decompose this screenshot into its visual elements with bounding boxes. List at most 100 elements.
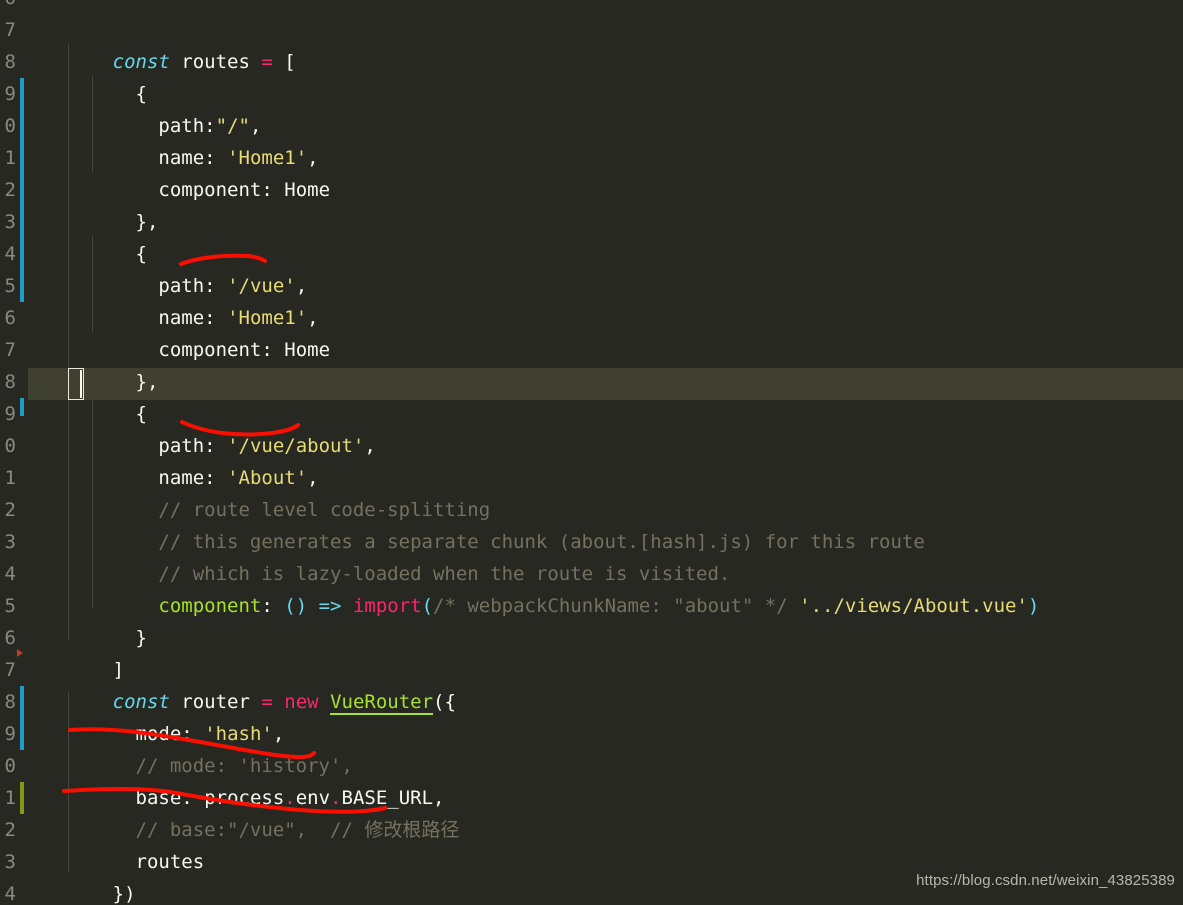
token-keyword-import: import [352,595,422,617]
code-line[interactable]: // which is lazy-loaded when the route i… [44,526,730,585]
gutter-row[interactable]: 3 [0,846,28,878]
token-arrow: => [318,595,342,617]
line-number: 9 [4,403,16,425]
editor-gutter[interactable]: 6 7 8 9 0 1 2 3 4 [0,0,28,905]
code-line[interactable]: component: Home [44,142,330,201]
diff-marker-modified [20,398,24,416]
code-line[interactable]: name: 'Home1', [44,270,318,329]
code-line[interactable]: mode: 'hash', [44,686,285,745]
code-line[interactable]: const routes = [ [44,14,296,73]
code-line-current[interactable]: { [44,366,147,425]
code-line[interactable]: routes [44,814,205,873]
gutter-row[interactable]: 1 [0,142,28,174]
code-line[interactable]: path: '/vue', [44,238,307,297]
gutter-row[interactable]: 0 [0,750,28,782]
gutter-row[interactable]: 6 [0,302,28,334]
gutter-row[interactable]: 4 [0,238,28,270]
gutter-row[interactable]: 5 [0,270,28,302]
code-line[interactable]: component: Home [44,302,330,361]
gutter-row[interactable]: 7 [0,649,28,686]
token-operator-equals: = [261,51,273,73]
gutter-row[interactable]: 3 [0,526,28,558]
token-key-component: component [158,339,262,361]
diff-marker-modified [20,718,24,750]
gutter-row[interactable]: 5 [0,590,28,622]
token-identifier-routes: routes [181,51,250,73]
code-line[interactable]: path: '/vue/about', [44,398,375,457]
token-colon: : [261,179,285,201]
line-number: 8 [4,51,16,73]
code-line[interactable]: path:"/", [44,78,261,137]
code-line[interactable]: // route level code-splitting [44,462,490,521]
token-comment-webpack-close: */ [764,595,788,617]
diff-marker-modified [20,174,24,206]
code-line[interactable]: name: 'Home1', [44,110,318,169]
gutter-row[interactable]: 7 [0,334,28,366]
gutter-row[interactable]: 1 [0,782,28,814]
gutter-row[interactable]: 9 [0,78,28,110]
code-line[interactable]: } [44,590,147,649]
gutter-row[interactable]: 2 [0,814,28,846]
code-line[interactable]: component: () => import(/* webpackChunkN… [44,558,1039,617]
line-number: 7 [4,19,16,41]
line-number: 9 [4,723,16,745]
gutter-row[interactable]: 6 [0,0,28,14]
code-editor[interactable]: 6 7 8 9 0 1 2 3 4 [0,0,1183,905]
diff-marker-modified [20,142,24,174]
line-number: 2 [4,179,16,201]
token-class-vuerouter: VueRouter [330,691,434,715]
code-line[interactable]: }, [44,334,159,393]
code-line[interactable]: { [44,46,147,105]
gutter-row[interactable]: 9 [0,718,28,750]
gutter-row[interactable]: 1 [0,462,28,494]
code-line[interactable]: }) [44,846,136,905]
token-colon: : [261,595,285,617]
code-line[interactable]: // mode: 'history', [44,718,353,777]
code-line[interactable]: base: process.env.BASE_URL, [44,750,445,809]
line-number: 3 [4,531,16,553]
code-line[interactable]: ] [44,622,124,681]
code-line[interactable]: }, [44,174,159,233]
csdn-watermark: https://blog.csdn.net/weixin_43825389 [916,872,1175,889]
token-paren-brace-open: ({ [433,691,456,713]
gutter-row[interactable]: 4 [0,558,28,590]
code-line[interactable]: { [44,206,147,265]
line-number: 0 [4,115,16,137]
line-number: 8 [4,691,16,713]
line-number: 2 [4,819,16,841]
gutter-row[interactable]: 3 [0,206,28,238]
gutter-row[interactable]: 8 [0,366,28,398]
gutter-row[interactable]: 4 [0,878,28,905]
gutter-row[interactable]: 8 [0,46,28,78]
gutter-row[interactable]: 2 [0,494,28,526]
gutter-row[interactable]: 2 [0,174,28,206]
line-number: 6 [4,307,16,329]
gutter-row[interactable]: 9 [0,398,28,430]
token-identifier-routes: routes [135,851,205,873]
gutter-row[interactable]: 0 [0,430,28,462]
token-comma: , [364,435,376,457]
gutter-row[interactable]: 7 [0,14,28,46]
token-comment-webpack-open: /* webpackChunkName: [433,595,662,617]
token-key-component-fn: component [158,595,262,617]
token-paren-close: ) [1027,595,1040,617]
code-line[interactable]: // this generates a separate chunk (abou… [44,494,924,553]
code-line[interactable]: name: 'About', [44,430,318,489]
code-line[interactable]: // base:"/vue", // 修改根路径 [44,782,460,841]
code-content[interactable]: const routes = [ { path:"/", name: 'Home… [0,0,1183,905]
code-fold-marker-icon[interactable] [17,649,23,657]
gutter-row[interactable]: 0 [0,110,28,142]
gutter-row[interactable]: 8 [0,686,28,718]
diff-marker-modified [20,238,24,270]
token-string-about-vue-path: '../views/About.vue' [799,595,1028,617]
token-keyword-new: new [284,691,319,713]
gutter-row[interactable]: 6 [0,622,28,654]
code-line[interactable]: const router = new VueRouter({ [44,654,456,715]
